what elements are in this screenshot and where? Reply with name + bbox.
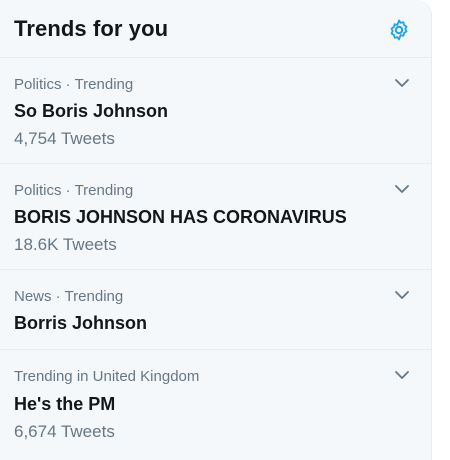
- trend-item[interactable]: Politics · Trending BORIS JOHNSON HAS CO…: [0, 164, 431, 270]
- trend-tweet-count: 4,754 Tweets: [14, 129, 115, 148]
- trend-tweet-count: 6,674 Tweets: [14, 422, 115, 441]
- chevron-down-icon[interactable]: [393, 368, 411, 382]
- trend-context: Politics · Trending: [14, 76, 134, 93]
- trend-name: He's the PM: [14, 394, 116, 414]
- chevron-down-icon[interactable]: [393, 76, 411, 90]
- panel-title: Trends for you: [14, 16, 169, 41]
- trend-item[interactable]: Politics · Trending So Boris Johnson 4,7…: [0, 58, 431, 164]
- trend-context: Trending in United Kingdom: [14, 368, 200, 385]
- trend-tweet-count: 18.6K Tweets: [14, 235, 117, 254]
- trend-name: So Boris Johnson: [14, 101, 169, 121]
- trend-context: News · Trending: [14, 288, 124, 305]
- trend-name: BORIS JOHNSON HAS CORONAVIRUS: [14, 207, 347, 227]
- trends-header: Trends for you: [0, 0, 431, 58]
- chevron-down-icon[interactable]: [393, 288, 411, 302]
- chevron-down-icon[interactable]: [393, 182, 411, 196]
- trend-name: Borris Johnson: [14, 313, 148, 333]
- gear-icon[interactable]: [387, 18, 411, 42]
- trends-panel: Trends for you Politics · Trending So Bo…: [0, 0, 432, 460]
- trend-item[interactable]: News · Trending Borris Johnson: [0, 270, 431, 350]
- trend-item[interactable]: Trending in United Kingdom He's the PM 6…: [0, 350, 431, 460]
- trend-context: Politics · Trending: [14, 182, 134, 199]
